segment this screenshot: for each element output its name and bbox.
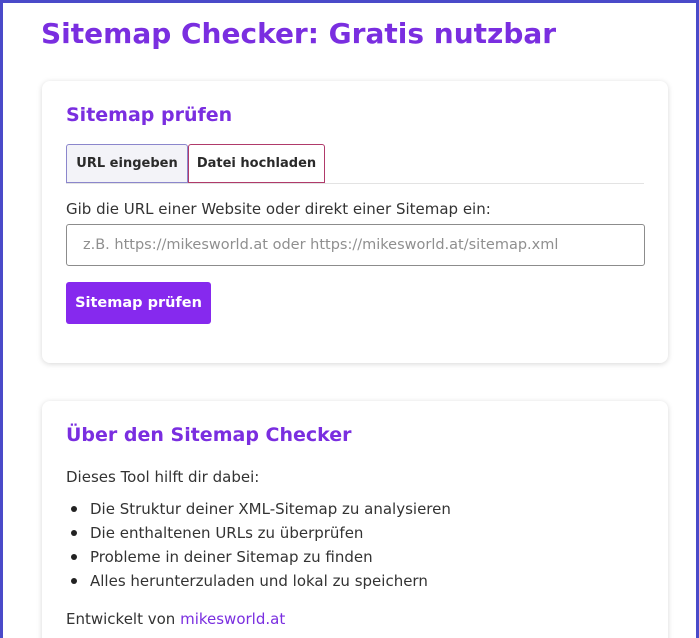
sitemap-check-card: Sitemap prüfen URL eingeben Datei hochla… <box>42 81 668 363</box>
tab-url-input[interactable]: URL eingeben <box>66 144 188 183</box>
tab-file-upload[interactable]: Datei hochladen <box>188 144 325 183</box>
url-input[interactable] <box>66 224 645 266</box>
url-field-label: Gib die URL einer Website oder direkt ei… <box>66 200 491 218</box>
list-item: Die Struktur deiner XML-Sitemap zu analy… <box>66 497 451 521</box>
tab-file-label: Datei hochladen <box>196 156 317 171</box>
check-heading: Sitemap prüfen <box>66 104 233 126</box>
feature-list: Die Struktur deiner XML-Sitemap zu analy… <box>66 497 451 593</box>
page-title: Sitemap Checker: Gratis nutzbar <box>41 17 557 50</box>
list-item: Die enthaltenen URLs zu überprüfen <box>66 521 451 545</box>
tab-url-label: URL eingeben <box>76 156 178 171</box>
list-item: Alles herunterzuladen und lokal zu speic… <box>66 569 451 593</box>
check-sitemap-button[interactable]: Sitemap prüfen <box>66 282 211 324</box>
about-heading: Über den Sitemap Checker <box>66 424 352 446</box>
list-item: Probleme in deiner Sitemap zu finden <box>66 545 451 569</box>
input-mode-tabs: URL eingeben Datei hochladen <box>66 144 644 184</box>
developer-prefix: Entwickelt von <box>66 610 181 628</box>
developer-credit: Entwickelt von mikesworld.at <box>66 610 285 628</box>
about-card: Über den Sitemap Checker Dieses Tool hil… <box>42 401 668 638</box>
developer-link[interactable]: mikesworld.at <box>180 610 285 628</box>
about-intro: Dieses Tool hilft dir dabei: <box>66 468 260 486</box>
